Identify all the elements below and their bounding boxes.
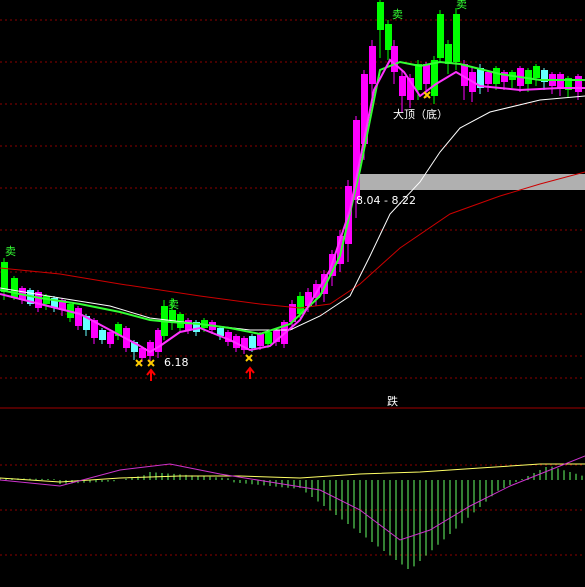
- sell-tag: 卖: [456, 0, 467, 11]
- macd-panel: [0, 455, 585, 569]
- candle-body: [107, 332, 114, 344]
- candle-body: [265, 332, 272, 344]
- sell-tag: 卖: [168, 298, 179, 311]
- candle-body: [99, 330, 106, 340]
- candle-body: [75, 308, 82, 326]
- candle-body: [575, 76, 582, 92]
- candle-body: [147, 342, 154, 356]
- ma-white-line: [0, 95, 585, 331]
- candle-body: [391, 46, 398, 72]
- low-price-label: 6.18: [164, 356, 189, 369]
- candle-body: [431, 60, 438, 96]
- candle-body: [1, 262, 8, 292]
- price-grid: [0, 19, 585, 556]
- macd-dea-line: [0, 455, 585, 541]
- candle-body: [453, 14, 460, 62]
- candle-body: [11, 278, 18, 298]
- candle-body: [185, 320, 192, 330]
- ma-red-line: [0, 171, 585, 309]
- buy-arrow-icon: [146, 366, 255, 381]
- kline-chart[interactable]: 6.18 8.04 - 8.22 大顶（底） 卖 卖 卖 卖 跌: [0, 0, 585, 587]
- macd-diff-line: [0, 463, 585, 483]
- candle-body: [399, 76, 406, 96]
- candle-body: [437, 14, 444, 58]
- sell-tag: 卖: [5, 245, 16, 258]
- candle-body: [249, 336, 256, 348]
- candle-body: [533, 66, 540, 78]
- candle-body: [485, 72, 492, 84]
- zone-range-label: 8.04 - 8.22: [356, 194, 416, 207]
- sell-tag: 卖: [392, 8, 403, 21]
- divider-tag: 跌: [387, 394, 398, 408]
- candle-body: [385, 24, 392, 50]
- ma-green-line: [0, 60, 585, 336]
- candle-body: [369, 46, 376, 84]
- candle-body: [423, 64, 430, 84]
- resistance-zone: [355, 174, 585, 190]
- candle-body: [257, 334, 264, 346]
- candle-body: [415, 64, 422, 90]
- candle-body: [377, 2, 384, 30]
- candle-body: [445, 44, 452, 64]
- top-bottom-note: 大顶（底）: [393, 107, 448, 121]
- candle-body: [493, 68, 500, 84]
